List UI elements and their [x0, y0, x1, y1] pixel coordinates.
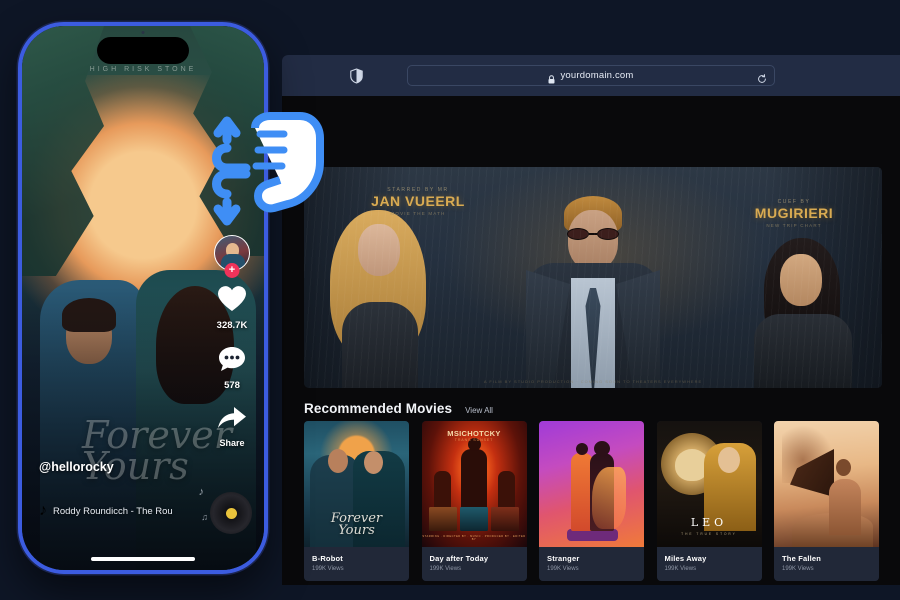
movie-card[interactable]: Stranger 199K Views [539, 421, 644, 581]
poster-caption: HIGH RISK STONE [89, 66, 197, 73]
poster-credits: STARRING · DIRECTED BY · MUSIC · PRODUCE… [422, 535, 526, 541]
browser-toolbar: yourdomain.com [282, 55, 900, 96]
winged-angel-poster [774, 421, 879, 547]
poster-title-line2: Yours [338, 523, 375, 539]
poster-subtitle: TRANS SUNSET [454, 438, 494, 442]
hero-title-left: STARRED BY MR JAN VUEERL MOVIE THE MATH [348, 187, 488, 216]
movie-card[interactable]: The Fallen 199K Views [774, 421, 879, 581]
poster-script-title: Forever Yours [304, 512, 409, 539]
action-rail: + 328.7K 578 Share [210, 235, 254, 448]
movie-card-list: Forever Yours B-Robot 199K Views MSICHOT… [304, 421, 879, 581]
hero-title-right: CUEF BY MUGIRIERI NEW TRIP CHART [728, 199, 860, 228]
follow-button[interactable]: + [224, 263, 240, 278]
page-viewport: STARRED BY MR JAN VUEERL MOVIE THE MATH … [282, 96, 900, 585]
scroll-hand-cursor-icon [200, 104, 332, 236]
hero-right-eyebrow: CUEF BY [777, 199, 811, 205]
movie-card-meta: The Fallen 199K Views [774, 547, 879, 581]
movie-views: 199K Views [429, 566, 462, 572]
share-label: Share [219, 438, 245, 448]
poster-subtitle: THE TRUE STORY [681, 532, 737, 536]
shield-half-icon[interactable] [350, 67, 363, 84]
movie-card-meta: Stranger 199K Views [539, 547, 644, 581]
hero-left-title: JAN VUEERL [371, 193, 465, 209]
movie-views: 199K Views [664, 566, 697, 572]
poster-title: LEO [690, 516, 728, 529]
leo-lion-poster: LEO THE TRUE STORY [656, 421, 762, 547]
forever-yours-poster: Forever Yours [304, 421, 409, 547]
dynamic-island [97, 37, 189, 64]
hero-banner[interactable]: STARRED BY MR JAN VUEERL MOVIE THE MATH … [304, 167, 882, 388]
hero-right-sub: NEW TRIP CHART [766, 223, 822, 228]
movie-title: Day after Today [429, 554, 489, 563]
like-count: 328.7K [216, 320, 248, 331]
msichotcky-poster: MSICHOTCKY TRANS SUNSET STARRING · DIREC… [421, 421, 527, 547]
dancing-couple-poster [539, 421, 644, 547]
camera-dot [141, 31, 145, 34]
url-text: yourdomain.com [560, 70, 634, 81]
comment-icon[interactable] [218, 346, 246, 377]
movie-views: 199K Views [312, 566, 344, 572]
movie-card[interactable]: MSICHOTCKY TRANS SUNSET STARRING · DIREC… [421, 421, 527, 581]
movie-card-meta: Day after Today 199K Views [421, 547, 527, 581]
movie-title: B-Robot [312, 554, 343, 563]
section-title: Recommended Movies [304, 401, 453, 416]
movie-card[interactable]: Forever Yours B-Robot 199K Views [304, 421, 409, 581]
lock-icon [548, 71, 555, 84]
recommended-header: Recommended Movies View All [304, 401, 493, 416]
creator-username[interactable]: @hellorocky [39, 460, 114, 474]
vinyl-record-icon[interactable] [210, 492, 252, 534]
music-note-icon: ♪ [39, 502, 47, 519]
avatar-with-follow[interactable]: + [214, 235, 250, 278]
track-name: Roddy Roundicch - The Rou [53, 505, 173, 517]
movie-title: Stranger [547, 554, 580, 563]
movie-title: Miles Away [664, 554, 707, 563]
browser-window: yourdomain.com STARRED BY MR JAN VUEERL … [282, 55, 900, 585]
headphone-icon: ♫ [201, 512, 208, 522]
hero-left-eyebrow: STARRED BY MR [387, 187, 449, 193]
movie-views: 199K Views [782, 566, 814, 572]
reload-icon[interactable] [757, 71, 767, 83]
hero-right-title: MUGIRIERI [754, 205, 834, 221]
share-arrow-icon[interactable] [217, 406, 247, 435]
movie-card[interactable]: LEO THE TRUE STORY Miles Away 199K Views [656, 421, 762, 581]
music-note-icon: ♪ [198, 486, 205, 498]
music-ticker[interactable]: ♪ Roddy Roundicch - The Rou [39, 502, 173, 520]
heart-icon[interactable] [217, 285, 247, 317]
comment-count: 578 [224, 380, 240, 391]
movie-views: 199K Views [547, 566, 579, 572]
view-all-link[interactable]: View All [465, 406, 493, 415]
hero-left-sub: MOVIE THE MATH [390, 211, 446, 216]
home-indicator[interactable] [91, 557, 195, 561]
hero-footer-credits: A FILM BY STUDIO PRODUCTION · COMING SOO… [483, 379, 703, 384]
poster-title: MSICHOTCKY [447, 429, 501, 438]
movie-card-meta: B-Robot 199K Views [304, 547, 409, 581]
movie-title: The Fallen [782, 554, 822, 563]
movie-card-meta: Miles Away 199K Views [656, 547, 762, 581]
address-bar[interactable]: yourdomain.com [407, 65, 775, 86]
